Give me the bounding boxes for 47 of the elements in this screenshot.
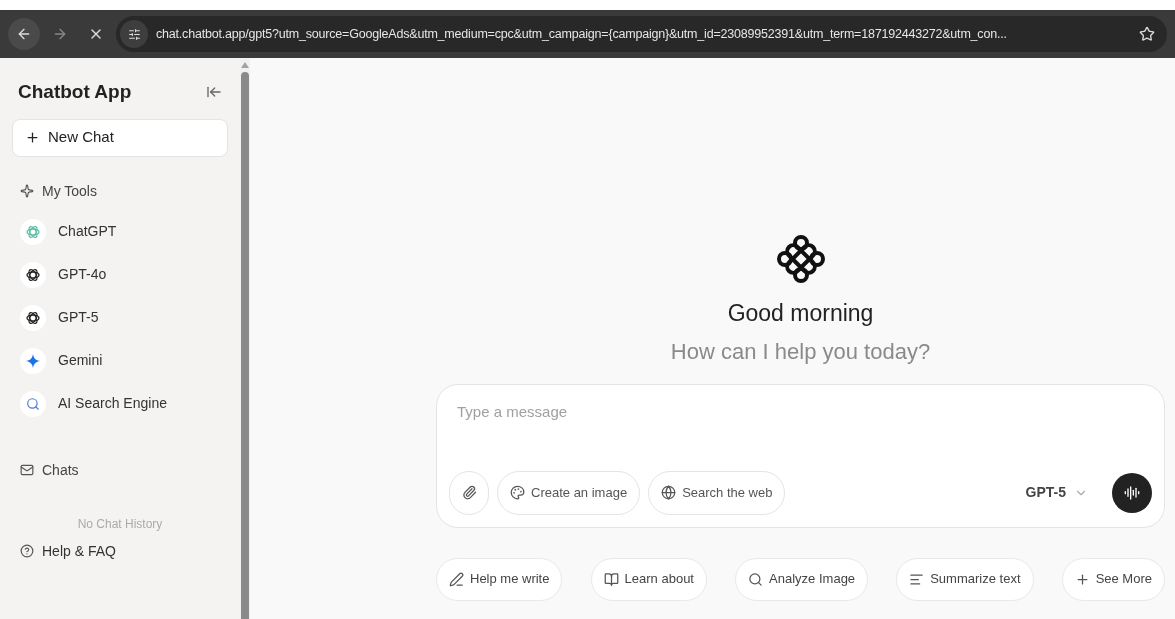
bookmark-star-icon[interactable]: [1139, 26, 1155, 42]
app-title: Chatbot App: [18, 80, 132, 104]
back-button[interactable]: [8, 18, 40, 50]
globe-icon: [661, 485, 677, 500]
plus-icon: [25, 130, 40, 145]
section-heading: Chats: [42, 460, 79, 480]
suggestion-chip[interactable]: Summarize text: [896, 557, 1034, 601]
forward-arrow-icon: [52, 26, 68, 42]
empty-history-text: No Chat History: [76, 515, 164, 533]
tool-item[interactable]: Gemini: [12, 346, 228, 375]
tool-item[interactable]: GPT-5: [12, 303, 228, 332]
tool-item[interactable]: GPT-4o: [12, 260, 228, 289]
knot-icon: [25, 309, 41, 326]
plus-icon: [1074, 571, 1090, 587]
help-icon: [20, 544, 34, 558]
pencil-icon: [449, 571, 464, 587]
mail-icon: [20, 463, 34, 477]
greeting-subtitle: How can I help you today?: [670, 337, 931, 366]
tool-item[interactable]: AI Search Engine: [12, 389, 228, 418]
suggestion-chip[interactable]: See More: [1061, 557, 1165, 601]
suggestion-chip[interactable]: Learn about: [590, 557, 707, 601]
knot-icon: [25, 223, 41, 240]
audio-wave-icon: [1124, 484, 1140, 501]
scrollbar[interactable]: [240, 58, 250, 619]
new-chat-button[interactable]: New Chat: [12, 118, 228, 157]
tool-item[interactable]: ChatGPT: [12, 217, 228, 246]
greeting-heading: Good morning: [727, 299, 874, 328]
model-selector[interactable]: GPT-5: [1025, 482, 1088, 503]
paperclip-icon: [461, 485, 477, 500]
text-lines-icon: [909, 571, 925, 587]
sparkle-icon: [20, 184, 34, 198]
address-bar[interactable]: chat.chatbot.app/gpt5?utm_source=GoogleAds&utm_medium=cpc&utm_campaign={campaign}&utm_id=23089952391&utm_term=187192443272&utm_con...: [116, 16, 1167, 52]
search-icon: [748, 571, 764, 587]
logo-icon: [775, 234, 826, 284]
suggestion-chip[interactable]: Help me write: [436, 557, 563, 601]
scrollbar-thumb[interactable]: [241, 72, 249, 619]
search-icon: [26, 396, 40, 411]
section-heading: My Tools: [42, 181, 97, 201]
palette-icon: [510, 485, 525, 500]
site-settings-icon[interactable]: [120, 20, 148, 48]
message-input[interactable]: Type a message: [449, 400, 749, 423]
knot-icon: [25, 266, 41, 283]
voice-button[interactable]: [1112, 472, 1152, 513]
help-link[interactable]: Help & FAQ: [12, 540, 228, 562]
book-icon: [603, 571, 619, 587]
url-text: chat.chatbot.app/gpt5?utm_source=GoogleAds&utm_medium=cpc&utm_campaign={campaign}&utm_id=23089952391&utm_term=187192443272&utm_con...: [156, 25, 1008, 43]
suggestion-chip[interactable]: Analyze Image: [735, 557, 869, 601]
